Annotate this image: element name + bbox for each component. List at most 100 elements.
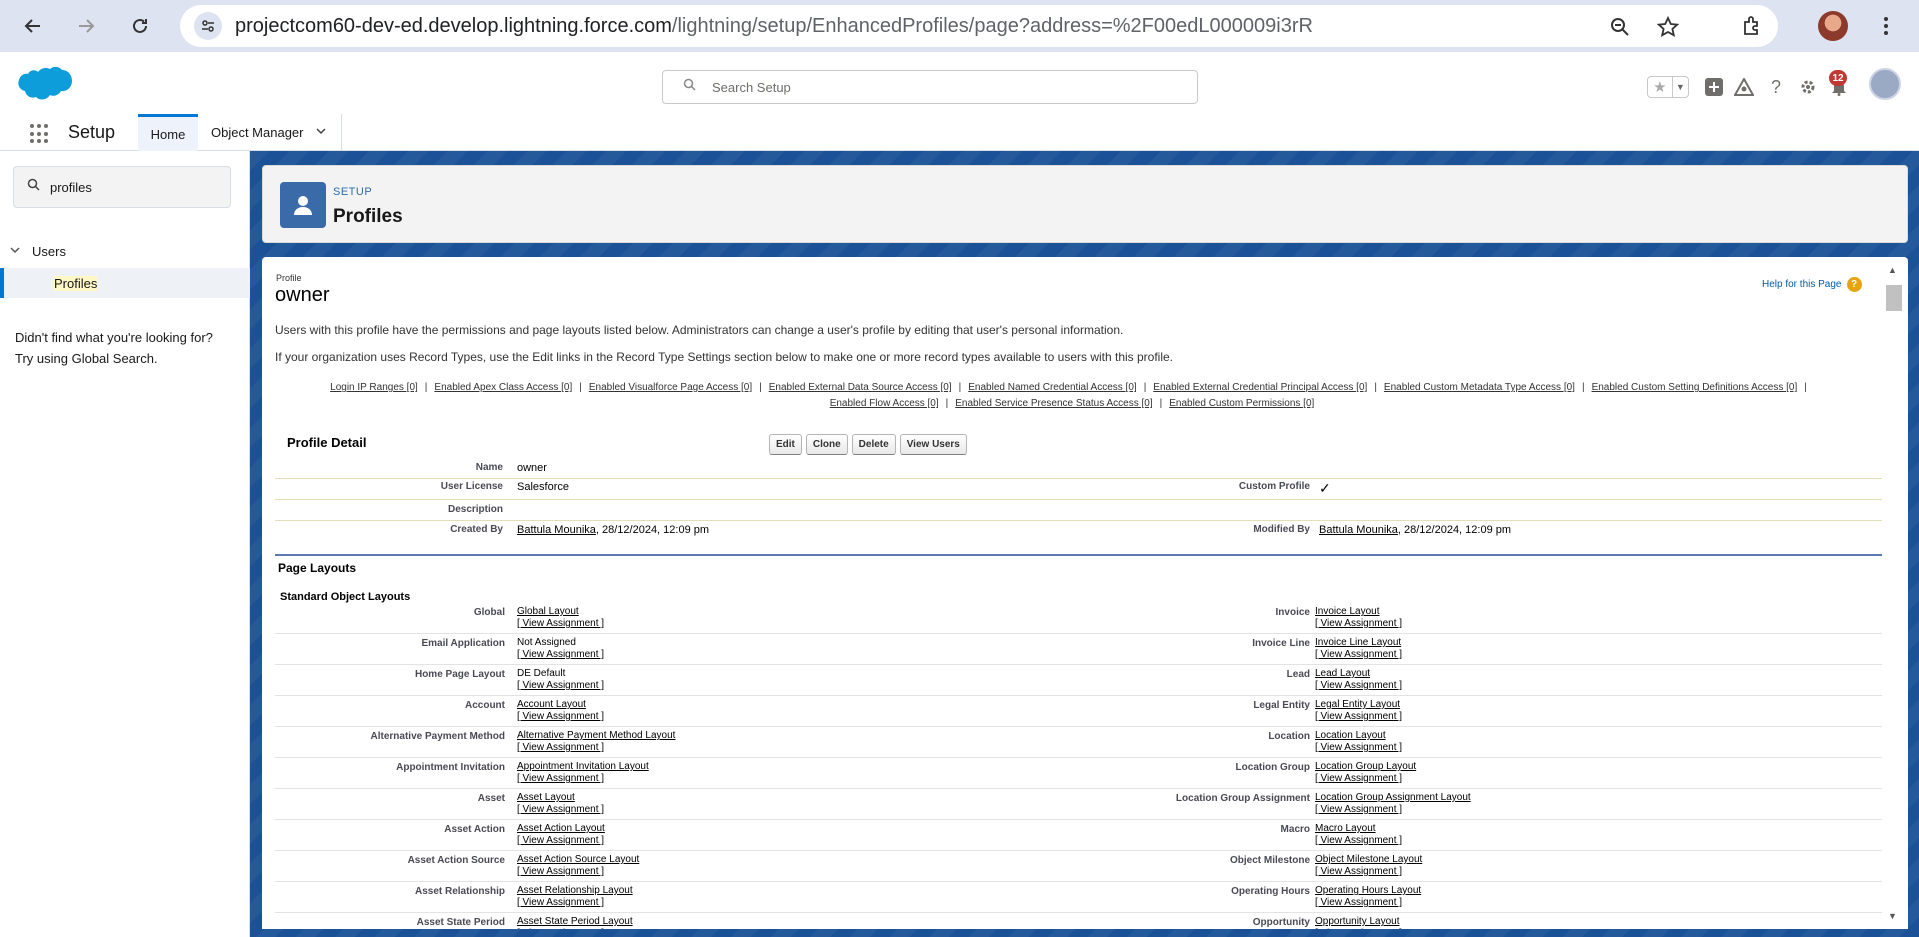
salesforce-logo[interactable] [14,66,74,113]
layout-link[interactable]: Asset Action Source Layout [517,854,639,865]
chevron-down-icon[interactable] [10,245,20,258]
view-assignment-link[interactable]: [ View Assignment ] [1315,866,1402,877]
view-assignment-link[interactable]: [ View Assignment ] [517,804,604,815]
favorites-button[interactable]: ★ ▼ [1647,76,1689,98]
layout-link[interactable]: Legal Entity Layout [1315,699,1400,710]
link-visualforce-page-access[interactable]: Enabled Visualforce Page Access [0] [589,382,752,393]
site-info-icon[interactable] [194,12,222,40]
view-assignment-link[interactable]: [ View Assignment ] [1315,649,1402,660]
layout-link[interactable]: Asset Action Layout [517,823,605,834]
view-users-button[interactable]: View Users [899,434,967,455]
help-for-this-page-link[interactable]: Help for this Page ? [1762,277,1862,292]
link-apex-class-access[interactable]: Enabled Apex Class Access [0] [434,382,572,393]
chevron-down-icon[interactable] [315,126,326,139]
view-assignment-link[interactable]: [ View Assignment ] [1315,742,1402,753]
layout-link[interactable]: Account Layout [517,699,586,710]
zoom-icon[interactable] [1607,14,1633,40]
scrollbar-thumb[interactable] [1886,285,1902,311]
link-custom-setting-definitions-access[interactable]: Enabled Custom Setting Definitions Acces… [1592,382,1798,393]
layout-link[interactable]: Location Layout [1315,730,1386,741]
layout-link[interactable]: Location Group Assignment Layout [1315,792,1471,803]
favorites-dropdown-icon[interactable]: ▼ [1673,77,1688,97]
detail-row-description: Description [275,500,1882,521]
layout-link[interactable]: Operating Hours Layout [1315,885,1421,896]
edit-button[interactable]: Edit [769,434,802,455]
layout-link[interactable]: Object Milestone Layout [1315,854,1422,865]
layout-cell: Asset Relationship Layout[ View Assignme… [517,885,633,909]
vertical-scrollbar[interactable]: ▲ ▼ [1884,263,1902,923]
layout-link[interactable]: Global Layout [517,606,579,617]
address-bar[interactable]: projectcom60-dev-ed.develop.lightning.fo… [180,5,1778,47]
view-assignment-link[interactable]: [ View Assignment ] [517,866,604,877]
scroll-up-icon[interactable]: ▲ [1888,265,1897,275]
layout-link[interactable]: Invoice Layout [1315,606,1380,617]
tab-home[interactable]: Home [138,114,198,151]
view-assignment-link[interactable]: [ View Assignment ] [517,897,604,908]
view-assignment-link[interactable]: [ View Assignment ] [517,680,604,691]
view-assignment-link[interactable]: [ View Assignment ] [1315,680,1402,691]
clone-button[interactable]: Clone [805,434,848,455]
tab-object-manager[interactable]: Object Manager [198,114,342,151]
view-assignment-link[interactable]: [ View Assignment ] [517,742,604,753]
delete-button[interactable]: Delete [851,434,896,455]
view-assignment-link[interactable]: [ View Assignment ] [1315,897,1402,908]
link-custom-permissions[interactable]: Enabled Custom Permissions [0] [1169,398,1314,409]
link-service-presence-status-access[interactable]: Enabled Service Presence Status Access [… [955,398,1152,409]
link-external-credential-principal-access[interactable]: Enabled External Credential Principal Ac… [1153,382,1367,393]
layout-link[interactable]: Opportunity Layout [1315,916,1400,927]
view-assignment-link[interactable]: [ View Assignment ] [517,928,604,929]
modified-by-user-link[interactable]: Battula Mounika [1319,524,1398,536]
view-assignment-link[interactable]: [ View Assignment ] [1315,928,1402,929]
layout-link[interactable]: Invoice Line Layout [1315,637,1401,648]
view-assignment-link[interactable]: [ View Assignment ] [517,835,604,846]
view-assignment-link[interactable]: [ View Assignment ] [1315,618,1402,629]
layout-link[interactable]: Alternative Payment Method Layout [517,730,675,741]
layout-link[interactable]: Appointment Invitation Layout [517,761,649,772]
not-found-line2: Try using Global Search. [15,351,158,366]
link-flow-access[interactable]: Enabled Flow Access [0] [830,398,939,409]
layout-link[interactable]: Location Group Layout [1315,761,1416,772]
scroll-down-icon[interactable]: ▼ [1888,911,1897,921]
view-assignment-link[interactable]: [ View Assignment ] [517,618,604,629]
quick-find-box[interactable] [13,166,231,208]
extensions-icon[interactable] [1734,8,1770,44]
global-actions-icon[interactable] [1703,76,1725,98]
browser-profile-avatar[interactable] [1818,11,1848,41]
layout-link[interactable]: Asset Relationship Layout [517,885,633,896]
layout-link[interactable]: Asset State Period Layout [517,916,633,927]
layout-link[interactable]: Lead Layout [1315,668,1370,679]
tree-node-profiles[interactable]: Profiles [0,268,250,298]
user-avatar[interactable] [1869,68,1901,100]
help-question-icon[interactable]: ? [1846,277,1862,292]
link-custom-metadata-type-access[interactable]: Enabled Custom Metadata Type Access [0] [1384,382,1575,393]
app-launcher-icon[interactable] [30,124,50,144]
link-named-credential-access[interactable]: Enabled Named Credential Access [0] [968,382,1136,393]
kebab-menu-icon[interactable] [1868,8,1904,44]
favorites-star-icon[interactable]: ★ [1648,77,1673,97]
search-setup-input[interactable] [710,78,1180,96]
reload-icon[interactable] [122,8,158,44]
layout-cell: Not Assigned[ View Assignment ] [517,637,604,661]
back-arrow-icon[interactable] [15,8,51,44]
view-assignment-link[interactable]: [ View Assignment ] [1315,835,1402,846]
setup-gear-icon[interactable] [1797,76,1819,98]
quick-find-input[interactable] [48,178,218,196]
view-assignment-link[interactable]: [ View Assignment ] [517,773,604,784]
help-icon[interactable]: ? [1765,76,1787,98]
search-setup-box[interactable] [662,70,1198,104]
tree-node-users[interactable]: Users [10,244,66,259]
link-external-data-source-access[interactable]: Enabled External Data Source Access [0] [769,382,952,393]
link-login-ip-ranges[interactable]: Login IP Ranges [0] [330,382,418,393]
view-assignment-link[interactable]: [ View Assignment ] [517,649,604,660]
view-assignment-link[interactable]: [ View Assignment ] [1315,773,1402,784]
layout-link[interactable]: Macro Layout [1315,823,1376,834]
view-assignment-link[interactable]: [ View Assignment ] [517,711,604,722]
view-assignment-link[interactable]: [ View Assignment ] [1315,804,1402,815]
view-assignment-link[interactable]: [ View Assignment ] [1315,711,1402,722]
layout-link[interactable]: Asset Layout [517,792,575,803]
bookmark-star-icon[interactable] [1655,14,1681,40]
forward-arrow-icon[interactable] [68,8,104,44]
modified-by-value: Battula Mounika, 28/12/2024, 12:09 pm [1319,524,1511,536]
trailhead-icon[interactable] [1733,76,1755,98]
created-by-user-link[interactable]: Battula Mounika [517,524,596,536]
